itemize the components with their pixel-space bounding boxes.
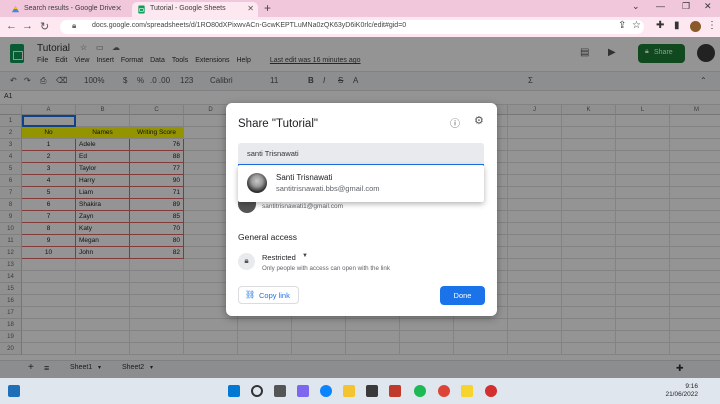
people-suggestion-item[interactable]: Santi Trisnawati santitrisnawati.bbs@gma…	[238, 165, 484, 202]
browser-tab-drive[interactable]: Search results - Google Drive ✕	[6, 2, 126, 17]
record-icon[interactable]	[485, 385, 497, 397]
general-access-heading: General access	[238, 232, 298, 242]
link-icon: ⛓	[245, 290, 256, 299]
chevron-down-icon[interactable]: ▼	[302, 253, 308, 259]
extensions-icon[interactable]: ✚	[656, 20, 664, 31]
search-icon[interactable]	[251, 385, 263, 397]
lock-icon: 🔒︎	[238, 253, 255, 270]
task-view-icon[interactable]	[274, 385, 286, 397]
access-level-select[interactable]: Restricted	[262, 253, 296, 262]
browser-menu-icon[interactable]: ⋮	[707, 20, 717, 31]
profile-avatar[interactable]	[690, 21, 701, 32]
dialog-title: Share "Tutorial"	[238, 118, 318, 130]
copy-link-label: Copy link	[259, 291, 290, 300]
suggestion-name: Santi Trisnawati	[276, 173, 333, 182]
sidebar-icon[interactable]: ▮	[674, 20, 680, 31]
done-button[interactable]: Done	[440, 286, 485, 305]
tab-search-icon[interactable]: ⌄	[632, 1, 640, 12]
avatar	[238, 201, 256, 213]
share-page-icon[interactable]: ⇪	[618, 20, 626, 31]
close-tab-icon[interactable]: ✕	[115, 4, 122, 13]
share-dialog: Share "Tutorial" ⓘ ⚙ santi Trisnawati sa…	[226, 103, 497, 316]
help-icon[interactable]: ⓘ	[450, 115, 460, 130]
copy-link-button[interactable]: ⛓ Copy link	[238, 286, 299, 304]
close-tab-icon[interactable]: ✕	[247, 4, 254, 13]
sticky-notes-icon[interactable]	[461, 385, 473, 397]
restore-icon[interactable]: ❐	[682, 1, 690, 12]
clock-time: 9:16	[685, 383, 698, 390]
url-text: docs.google.com/spreadsheets/d/1RO80dXPi…	[92, 22, 407, 29]
store-icon[interactable]	[366, 385, 378, 397]
app-icon[interactable]	[389, 385, 401, 397]
minimize-icon[interactable]: —	[656, 1, 665, 11]
bookmark-star-icon[interactable]: ☆	[632, 20, 641, 31]
chat-icon[interactable]	[297, 385, 309, 397]
address-bar-row: ← → ↻ 🔒︎ docs.google.com/spreadsheets/d/…	[0, 17, 720, 37]
reload-icon[interactable]: ↻	[40, 20, 49, 33]
chrome-icon[interactable]	[438, 385, 450, 397]
edge-icon[interactable]	[320, 385, 332, 397]
browser-tab-bar: Search results - Google Drive ✕ Tutorial…	[0, 0, 720, 17]
access-description: Only people with access can open with th…	[262, 265, 390, 272]
clock-date: 21/06/2022	[665, 391, 698, 398]
forward-icon[interactable]: →	[22, 20, 33, 32]
tab-label: Search results - Google Drive	[24, 5, 116, 12]
tab-label: Tutorial - Google Sheets	[150, 5, 226, 12]
suggestion-email: santitrisnawati.bbs@gmail.com	[276, 184, 380, 193]
windows-taskbar: 9:16 21/06/2022	[0, 378, 720, 404]
gear-icon[interactable]: ⚙	[474, 114, 484, 127]
start-icon[interactable]	[228, 385, 240, 397]
clock: 9:16 21/06/2022	[664, 383, 698, 399]
close-window-icon[interactable]: ✕	[704, 1, 712, 12]
lock-icon: 🔒︎	[72, 21, 77, 30]
sheets-icon	[138, 5, 145, 14]
spotify-icon[interactable]	[414, 385, 426, 397]
avatar	[247, 173, 267, 193]
add-people-input[interactable]: santi Trisnawati	[238, 143, 484, 166]
new-tab-button[interactable]: +	[264, 1, 271, 15]
file-explorer-icon[interactable]	[343, 385, 355, 397]
owner-email: santitrisnawati1@gmail.com	[262, 203, 344, 210]
widgets-icon[interactable]	[8, 385, 20, 397]
drive-icon	[11, 5, 20, 13]
back-icon[interactable]: ←	[6, 20, 17, 32]
url-field[interactable]: 🔒︎ docs.google.com/spreadsheets/d/1RO80d…	[60, 20, 644, 34]
browser-tab-sheets[interactable]: Tutorial - Google Sheets ✕	[132, 2, 258, 17]
